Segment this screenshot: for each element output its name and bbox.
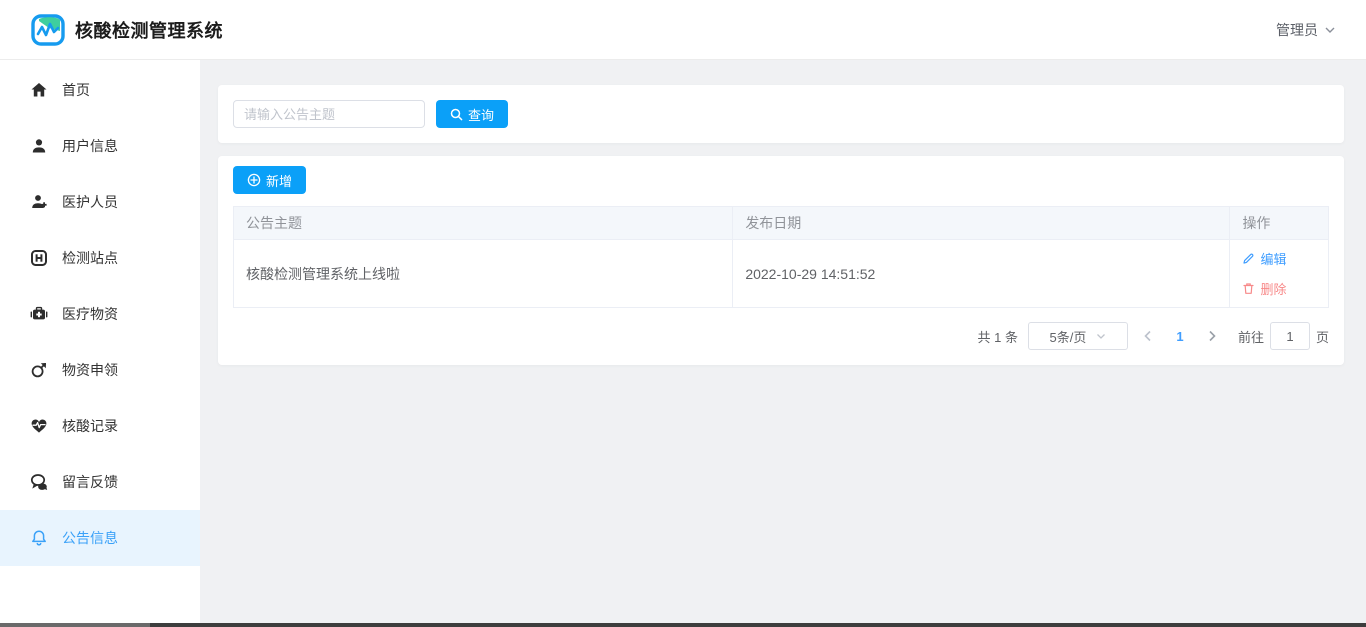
trash-icon [1242, 282, 1255, 295]
sidebar-item-records[interactable]: 核酸记录 [0, 398, 200, 454]
next-page-button[interactable] [1200, 330, 1224, 342]
goto-label: 前往 [1237, 329, 1264, 345]
page-number-1[interactable]: 1 [1168, 329, 1192, 344]
sidebar-item-label: 检测站点 [62, 250, 118, 266]
delete-label: 删除 [1260, 282, 1287, 297]
chat-bubbles-icon [30, 473, 48, 491]
table-row: 核酸检测管理系统上线啦 2022-10-29 14:51:52 编辑 删除 [233, 239, 1329, 308]
app-logo-icon [30, 12, 66, 48]
page-size-select[interactable]: 5条/页 [1027, 322, 1128, 350]
cell-operations: 编辑 删除 [1229, 239, 1329, 308]
app-title: 核酸检测管理系统 [75, 20, 223, 41]
pagination-total: 共 1 条 [977, 329, 1018, 345]
user-icon [30, 137, 48, 155]
sidebar-item-label: 留言反馈 [62, 474, 118, 490]
page-unit-label: 页 [1315, 329, 1329, 345]
first-aid-kit-icon [30, 305, 48, 323]
delete-button[interactable]: 删除 [1242, 279, 1316, 298]
brand: 核酸检测管理系统 [30, 12, 223, 48]
heartbeat-icon [30, 417, 48, 435]
add-button[interactable]: 新增 [233, 166, 307, 194]
sidebar-item-users[interactable]: 用户信息 [0, 118, 200, 174]
sidebar: 首页 用户信息 医护人员 检测站点 医疗物资 物资申领 核酸记录 留言反馈 公告… [0, 60, 200, 623]
sidebar-item-medical-staff[interactable]: 医护人员 [0, 174, 200, 230]
sidebar-item-supplies[interactable]: 医疗物资 [0, 286, 200, 342]
sidebar-item-label: 公告信息 [62, 530, 118, 546]
sidebar-item-apply[interactable]: 物资申领 [0, 342, 200, 398]
pencil-icon [1242, 252, 1255, 265]
cell-date: 2022-10-29 14:51:52 [732, 239, 1231, 308]
chevron-down-icon [1324, 24, 1336, 36]
column-header-date: 发布日期 [732, 206, 1231, 240]
bell-icon [30, 529, 48, 547]
circle-plus-icon [247, 173, 261, 187]
home-icon [30, 81, 48, 99]
chevron-down-icon [1096, 331, 1106, 341]
hospital-icon [30, 249, 48, 267]
cell-subject: 核酸检测管理系统上线啦 [233, 239, 734, 308]
sidebar-item-label: 物资申领 [62, 362, 118, 378]
search-input[interactable] [233, 100, 425, 128]
user-menu[interactable]: 管理员 [1276, 20, 1336, 40]
pagination: 共 1 条 5条/页 1 前往 页 [233, 322, 1329, 350]
sidebar-item-label: 医疗物资 [62, 306, 118, 322]
edit-button[interactable]: 编辑 [1242, 249, 1316, 268]
app-header: 核酸检测管理系统 管理员 [0, 0, 1366, 60]
query-button-label: 查询 [468, 107, 495, 123]
search-icon [450, 108, 463, 121]
apply-arrow-icon [30, 361, 48, 379]
sidebar-item-home[interactable]: 首页 [0, 62, 200, 118]
query-button[interactable]: 查询 [436, 100, 509, 128]
scrollbar-thumb[interactable] [0, 623, 150, 627]
add-button-label: 新增 [266, 173, 293, 189]
table-header-row: 公告主题 发布日期 操作 [233, 206, 1329, 240]
user-name: 管理员 [1276, 21, 1318, 38]
announcement-table: 公告主题 发布日期 操作 核酸检测管理系统上线啦 2022-10-29 14:5… [233, 206, 1329, 308]
medical-staff-icon [30, 193, 48, 211]
page-size-value: 5条/页 [1049, 329, 1087, 345]
column-header-operations: 操作 [1229, 206, 1329, 240]
prev-page-button[interactable] [1136, 330, 1160, 342]
sidebar-item-stations[interactable]: 检测站点 [0, 230, 200, 286]
search-card: 查询 [218, 85, 1344, 143]
main-content: 查询 新增 公告主题 发布日期 操作 核酸检测管理系统上线啦 2022-10-2… [200, 60, 1366, 623]
sidebar-item-label: 医护人员 [62, 194, 118, 210]
column-header-subject: 公告主题 [233, 206, 734, 240]
goto-page-input[interactable] [1269, 322, 1310, 350]
horizontal-scrollbar[interactable] [0, 623, 1366, 627]
announcement-card: 新增 公告主题 发布日期 操作 核酸检测管理系统上线啦 2022-10-29 1… [218, 156, 1344, 365]
sidebar-item-label: 核酸记录 [62, 418, 118, 434]
sidebar-item-label: 首页 [62, 82, 90, 98]
sidebar-item-feedback[interactable]: 留言反馈 [0, 454, 200, 510]
pagination-goto: 前往 页 [1238, 322, 1329, 350]
sidebar-item-label: 用户信息 [62, 138, 118, 154]
edit-label: 编辑 [1260, 252, 1287, 267]
sidebar-item-announcements[interactable]: 公告信息 [0, 510, 200, 566]
